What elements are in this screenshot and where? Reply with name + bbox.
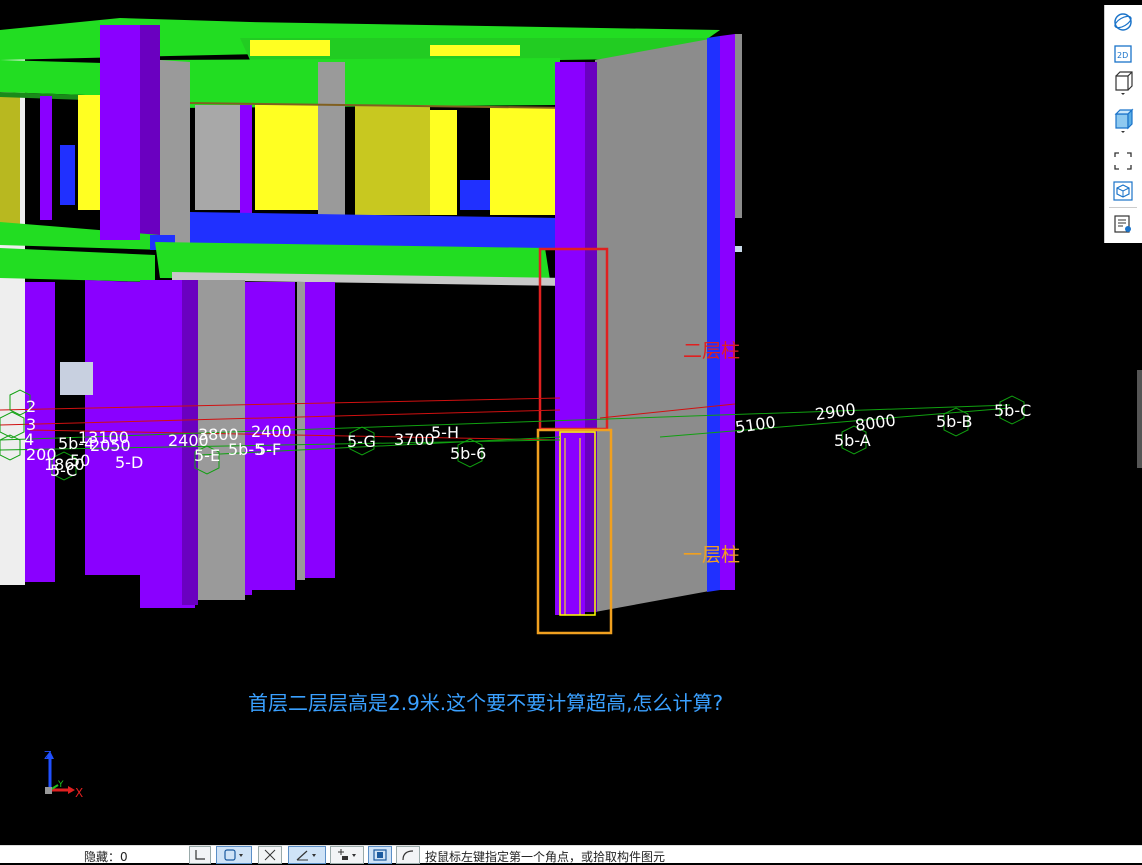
end-wall-strip xyxy=(735,34,742,218)
question-text: 首层二层层高是2.9米.这个要不要计算超高,怎么计算? xyxy=(248,691,724,715)
angle-snap-icon[interactable] xyxy=(288,846,326,864)
end-wall-edge xyxy=(707,36,720,592)
ground-wall xyxy=(297,282,305,580)
view-toolbar: 2D xyxy=(1104,5,1142,243)
layer-settings-icon[interactable] xyxy=(1111,212,1135,236)
window-panel xyxy=(430,45,520,56)
window-panel xyxy=(78,95,100,210)
axis-label: 5b-B xyxy=(936,412,973,431)
toolbar-divider xyxy=(1109,207,1137,208)
end-wall xyxy=(595,38,715,612)
column-joint xyxy=(100,205,140,240)
end-column xyxy=(720,34,735,590)
window-panel xyxy=(255,105,318,210)
window-sill xyxy=(460,180,490,210)
axis-label: 5-C xyxy=(50,461,77,480)
column-upper xyxy=(40,96,52,220)
component-3d-icon[interactable] xyxy=(1111,179,1135,203)
z-label: Z xyxy=(44,749,52,762)
dimension-label: 2400 xyxy=(251,422,292,441)
axis-label: 5-E xyxy=(194,446,220,465)
orthogonal-icon[interactable] xyxy=(189,846,211,864)
x-axis-arrow xyxy=(68,786,75,794)
3d-box-icon[interactable] xyxy=(1111,71,1135,95)
x-label: X xyxy=(75,786,83,800)
2d-view-icon[interactable]: 2D xyxy=(1111,42,1135,66)
hidden-count: 隐藏：0 xyxy=(84,850,128,864)
axis-label: 5-D xyxy=(115,453,143,472)
axis-label: 5b-A xyxy=(834,431,871,450)
dynamic-input-icon[interactable] xyxy=(368,846,392,864)
axis-label: 5-G xyxy=(347,432,376,451)
3d-viewport[interactable]: 2 3 4 200 1860 50 5-C 5b-4 13100 2050 5-… xyxy=(0,0,1142,845)
curve-snap-icon[interactable] xyxy=(396,846,420,864)
shaded-box-icon[interactable] xyxy=(1111,108,1135,133)
axis-origin xyxy=(45,787,52,794)
axis-label: 5b-C xyxy=(994,401,1031,420)
window-frame xyxy=(195,105,240,210)
y-label: Y xyxy=(57,780,64,790)
vertical-scrollbar[interactable] xyxy=(1137,370,1142,468)
grid-label: 2 xyxy=(26,397,36,416)
window-panel xyxy=(250,40,330,56)
window-panel xyxy=(60,362,93,395)
select-box-icon[interactable] xyxy=(216,846,252,864)
axis-indicator: Z Y X xyxy=(44,749,83,800)
window-sill xyxy=(60,145,75,205)
window-panel xyxy=(490,108,555,215)
axis-label: 5-F xyxy=(256,440,281,459)
second-floor-column-label: 二层柱 xyxy=(683,340,741,362)
offset-snap-icon[interactable] xyxy=(330,846,364,864)
cancel-snap-icon[interactable] xyxy=(258,846,282,864)
floor-slab-front xyxy=(0,248,155,282)
orbit-icon[interactable] xyxy=(1111,10,1135,34)
fit-view-icon[interactable] xyxy=(1111,149,1135,173)
wall-upper xyxy=(160,60,190,250)
axis-label: 5b-6 xyxy=(450,444,486,463)
roof-beam-front xyxy=(155,58,560,108)
dimension-label: 2900 xyxy=(814,399,857,423)
first-floor-column-label: 一层柱 xyxy=(683,544,741,566)
column-upper xyxy=(240,105,252,215)
status-hint: 按鼠标左键指定第一个角点，或拾取构件图元 xyxy=(425,850,666,864)
dimension-label: 3700 xyxy=(394,430,435,449)
wall-upper xyxy=(318,62,345,240)
window-panel xyxy=(0,95,20,225)
svg-text:2D: 2D xyxy=(1117,51,1128,60)
end-wall-strip xyxy=(735,246,742,252)
column-upper-side xyxy=(140,25,160,240)
window-panel xyxy=(355,105,430,215)
ground-column xyxy=(305,282,335,578)
building-model[interactable]: 2 3 4 200 1860 50 5-C 5b-4 13100 2050 5-… xyxy=(0,0,1142,845)
window-panel xyxy=(430,110,457,215)
axis-label: 5-H xyxy=(431,423,459,442)
status-bar: 隐藏：0 按鼠标左键指定第一个角点，或拾取构件图元 xyxy=(0,845,1142,864)
dimension-label: 5100 xyxy=(734,412,777,436)
